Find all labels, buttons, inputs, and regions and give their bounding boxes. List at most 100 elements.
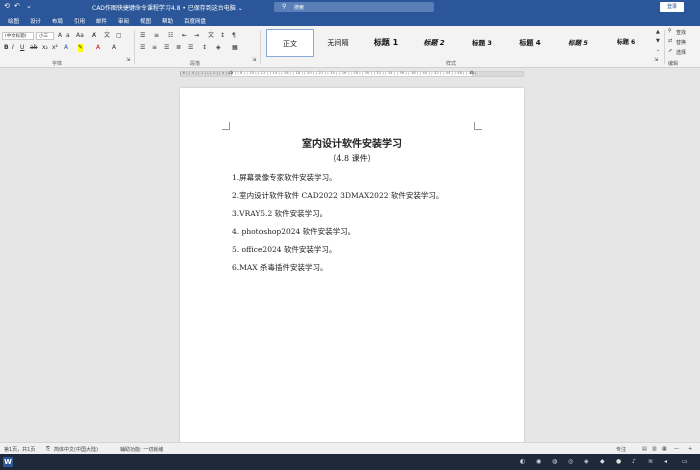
tray-icon[interactable]: ◐ bbox=[520, 458, 525, 465]
autosave-icon[interactable]: ⟲ bbox=[4, 2, 10, 10]
bold-icon[interactable]: B bbox=[4, 44, 9, 52]
tab-review[interactable]: 审阅 bbox=[118, 17, 129, 25]
grow-font-icon[interactable]: A bbox=[58, 32, 62, 40]
document-page[interactable]: 室内设计软件安装学习 （4.8 课件） 1.屏幕录像专家软件安装学习。 2.室内… bbox=[180, 88, 524, 448]
char-border-icon[interactable]: ▢ bbox=[116, 32, 122, 40]
select-icon[interactable]: ➚ bbox=[668, 47, 672, 55]
style-heading-5[interactable]: 标题 5 bbox=[554, 29, 602, 57]
style-heading-2[interactable]: 标题 2 bbox=[410, 29, 458, 57]
language-indicator[interactable]: 简体中文(中国大陆) bbox=[54, 446, 98, 453]
search-box[interactable]: ⚲ 搜索 bbox=[274, 2, 434, 12]
font-dialog-icon[interactable]: ⇲ bbox=[126, 56, 130, 64]
subscript-icon[interactable]: x₂ bbox=[42, 44, 48, 52]
clear-format-icon[interactable]: A̸ bbox=[92, 32, 96, 40]
style-heading-3[interactable]: 标题 3 bbox=[458, 29, 506, 57]
tray-icon[interactable]: ● bbox=[616, 458, 621, 465]
undo-icon[interactable]: ↶ bbox=[14, 2, 20, 10]
accessibility-status[interactable]: 辅助功能: 一切就绪 bbox=[120, 446, 163, 453]
styles-more-icon[interactable]: ⌄ bbox=[656, 46, 660, 54]
zoom-slider[interactable]: — bbox=[674, 446, 679, 452]
style-heading-4[interactable]: 标题 4 bbox=[506, 29, 554, 57]
style-heading-1[interactable]: 标题 1 bbox=[362, 29, 410, 57]
phonetic-guide-icon[interactable]: 文 bbox=[104, 32, 110, 40]
proofing-icon[interactable]: ⎘ bbox=[46, 446, 50, 452]
highlight-icon[interactable]: ✎ bbox=[78, 44, 84, 52]
distributed-icon[interactable]: ☰ bbox=[188, 44, 193, 52]
tray-icon[interactable]: ♪ bbox=[632, 458, 636, 465]
word-app-icon[interactable]: W bbox=[3, 457, 13, 467]
align-center-icon[interactable]: ≡ bbox=[152, 44, 157, 52]
font-size-select[interactable]: 小三 bbox=[36, 32, 54, 40]
tray-icon[interactable]: ◆ bbox=[600, 458, 605, 465]
read-mode-icon[interactable]: ▤ bbox=[642, 446, 647, 452]
underline-icon[interactable]: U bbox=[20, 44, 24, 52]
shrink-font-icon[interactable]: a bbox=[66, 32, 70, 40]
indent-marker-icon[interactable]: ⌂ bbox=[229, 69, 233, 76]
text-effects-icon[interactable]: A bbox=[64, 44, 68, 52]
notification-icon[interactable]: ▭ bbox=[682, 458, 688, 465]
strikethrough-icon[interactable]: ab bbox=[30, 44, 38, 52]
tray-icon[interactable]: ◎ bbox=[568, 458, 573, 465]
horizontal-ruler[interactable]: | 6 | | 4 | | 2 | | | 2 | | 4 | | 6 | | … bbox=[0, 68, 700, 80]
align-left-icon[interactable]: ☰ bbox=[140, 44, 145, 52]
volume-icon[interactable]: ◂ bbox=[664, 458, 667, 465]
tray-icon[interactable]: ◍ bbox=[552, 458, 557, 465]
shading-icon[interactable]: ◈ bbox=[216, 44, 221, 52]
right-indent-marker-icon[interactable]: ⌂ bbox=[470, 69, 474, 76]
multilevel-list-icon[interactable]: ☷ bbox=[168, 32, 173, 40]
paragraph-dialog-icon[interactable]: ⇲ bbox=[252, 56, 256, 64]
find-button[interactable]: 查找 bbox=[676, 29, 686, 36]
status-bar: 第1页，共1页 ⎘ 简体中文(中国大陆) 辅助功能: 一切就绪 专注 ▤ ▥ ▦… bbox=[0, 442, 700, 454]
group-label-paragraph: 段落 bbox=[190, 61, 201, 67]
style-heading-6[interactable]: 标题 6 bbox=[602, 29, 650, 57]
find-icon[interactable]: ⚲ bbox=[668, 27, 672, 35]
style-normal[interactable]: 正文 bbox=[266, 29, 314, 57]
font-color-icon[interactable]: A bbox=[96, 44, 100, 52]
tab-view[interactable]: 视图 bbox=[140, 17, 151, 25]
wifi-icon[interactable]: ≋ bbox=[648, 458, 653, 465]
line-spacing-icon[interactable]: ↕ bbox=[202, 44, 207, 52]
styles-dialog-icon[interactable]: ⇲ bbox=[654, 56, 658, 64]
styles-scroll-down-icon[interactable]: ▼ bbox=[656, 37, 660, 45]
login-button[interactable]: 登录 bbox=[660, 2, 684, 12]
quick-access-more-icon[interactable]: ⌄ bbox=[26, 2, 32, 10]
taskbar: W ◐ ◉ ◍ ◎ ◈ ◆ ● ♪ ≋ ◂ ▭ bbox=[0, 454, 700, 470]
sort-icon[interactable]: ↕ bbox=[220, 32, 225, 40]
web-layout-icon[interactable]: ▦ bbox=[662, 446, 667, 452]
borders-icon[interactable]: ▦ bbox=[232, 44, 238, 52]
superscript-icon[interactable]: x² bbox=[52, 44, 58, 52]
show-marks-icon[interactable]: ¶ bbox=[232, 32, 236, 40]
change-case-icon[interactable]: Aa bbox=[76, 32, 84, 40]
page-count[interactable]: 第1页，共1页 bbox=[4, 446, 35, 453]
align-right-icon[interactable]: ☰ bbox=[164, 44, 169, 52]
increase-indent-icon[interactable]: ⇥ bbox=[194, 32, 199, 40]
style-no-spacing[interactable]: 无间隔 bbox=[314, 29, 362, 57]
font-name-select[interactable]: (中文标题) bbox=[2, 32, 34, 40]
styles-gallery: 正文 无间隔 标题 1 标题 2 标题 3 标题 4 标题 5 标题 6 bbox=[266, 29, 654, 59]
numbering-icon[interactable]: ≡ bbox=[154, 32, 159, 40]
tray-icon[interactable]: ◉ bbox=[536, 458, 541, 465]
bullets-icon[interactable]: ☰ bbox=[140, 32, 145, 40]
document-line: 5. office2024 软件安装学习。 bbox=[232, 245, 337, 254]
char-shading-icon[interactable]: A bbox=[112, 44, 116, 52]
chinese-layout-icon[interactable]: 文 bbox=[208, 32, 214, 40]
tab-layout[interactable]: 布局 bbox=[52, 17, 63, 25]
zoom-in-icon[interactable]: + bbox=[688, 446, 692, 452]
justify-icon[interactable]: ≣ bbox=[176, 44, 181, 52]
document-line: 2.室内设计软件软件 CAD2022 3DMAX2022 软件安装学习。 bbox=[232, 191, 444, 200]
tab-baidu-netdisk[interactable]: 百度网盘 bbox=[184, 17, 206, 25]
tab-references[interactable]: 引用 bbox=[74, 17, 85, 25]
replace-icon[interactable]: ⇄ bbox=[668, 37, 672, 45]
replace-button[interactable]: 替换 bbox=[676, 39, 686, 46]
tab-help[interactable]: 帮助 bbox=[162, 17, 173, 25]
tab-design[interactable]: 设计 bbox=[30, 17, 41, 25]
decrease-indent-icon[interactable]: ⇤ bbox=[182, 32, 187, 40]
tab-mailings[interactable]: 邮件 bbox=[96, 17, 107, 25]
print-layout-icon[interactable]: ▥ bbox=[652, 446, 657, 452]
focus-mode[interactable]: 专注 bbox=[616, 446, 626, 453]
tab-draw[interactable]: 绘图 bbox=[8, 17, 19, 25]
italic-icon[interactable]: I bbox=[12, 44, 14, 52]
tray-icon[interactable]: ◈ bbox=[584, 458, 589, 465]
select-button[interactable]: 选择 bbox=[676, 49, 686, 56]
styles-scroll-up-icon[interactable]: ▲ bbox=[656, 28, 660, 36]
